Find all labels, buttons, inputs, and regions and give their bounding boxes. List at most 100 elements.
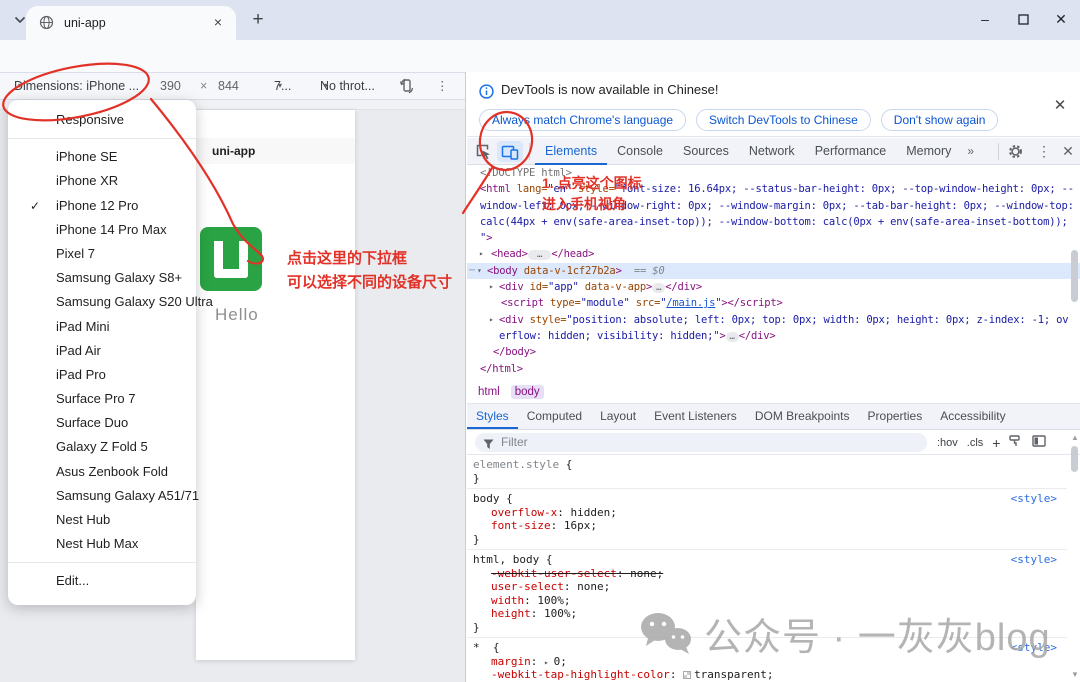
computed-panel-toggle-icon[interactable] — [1032, 435, 1046, 450]
devtools-menu-icon[interactable]: ⋮ — [1035, 143, 1053, 161]
expand-arrow-icon[interactable]: ▾ — [477, 263, 482, 279]
device-menu-item[interactable]: Galaxy Z Fold 5 — [8, 435, 196, 459]
devtools-tab-sources[interactable]: Sources — [673, 138, 739, 165]
style-property[interactable]: margin: ▸ 0; — [473, 655, 1067, 669]
device-menu-item[interactable]: Samsung Galaxy A51/71 — [8, 484, 196, 508]
style-source-link[interactable]: <style> — [1011, 641, 1057, 654]
dom-node[interactable]: ▸<div id="app" data-v-app>…</div> — [467, 279, 1080, 295]
device-menu-item[interactable]: Surface Pro 7 — [8, 387, 196, 411]
device-menu-item[interactable]: iPad Mini — [8, 315, 196, 339]
node-menu-dots-icon[interactable]: ⋯ — [469, 263, 475, 279]
dom-node[interactable]: <!DOCTYPE html> — [467, 165, 1080, 181]
styles-tab-properties[interactable]: Properties — [859, 404, 932, 429]
style-property[interactable]: width: 100%; — [473, 594, 1067, 608]
styles-tab-dom-breakpoints[interactable]: DOM Breakpoints — [746, 404, 859, 429]
dom-node[interactable]: <html lang="en" style="font-size: 16.64p… — [467, 181, 1080, 197]
toggle-element-state-button[interactable]: :hov — [937, 437, 958, 449]
device-menu-item[interactable]: Nest Hub Max — [8, 532, 196, 556]
device-menu-item[interactable]: Asus Zenbook Fold — [8, 460, 196, 484]
devtools-tab-elements[interactable]: Elements — [535, 138, 607, 165]
rendering-emulations-icon[interactable] — [1009, 435, 1023, 451]
devtools-close-icon[interactable]: ✕ — [1059, 143, 1077, 161]
dom-node[interactable]: <script type="module" src="/main.js"></s… — [467, 295, 1080, 311]
dom-node[interactable]: erflow: hidden; visibility: hidden;">…</… — [467, 328, 1080, 344]
width-field[interactable]: 390 — [160, 73, 181, 99]
device-toolbar-menu-icon[interactable]: ⋮ — [436, 73, 449, 99]
emulated-phone-viewport[interactable]: uni-app Hello — [196, 110, 355, 660]
device-menu-item[interactable]: Pixel 7 — [8, 242, 196, 266]
device-menu-item[interactable]: Samsung Galaxy S8+ — [8, 266, 196, 290]
styles-pane[interactable]: element.style {}body {<style>overflow-x:… — [467, 455, 1067, 682]
devtools-tab-memory[interactable]: Memory — [896, 138, 961, 165]
scroll-up-icon[interactable]: ▲ — [1071, 433, 1079, 442]
window-close-button[interactable]: ✕ — [1042, 0, 1080, 40]
device-menu-item[interactable]: iPhone XR — [8, 169, 196, 193]
expand-arrow-icon[interactable]: ▸ — [479, 246, 484, 262]
style-property[interactable]: height: 100%; — [473, 607, 1067, 621]
dom-node[interactable]: ▸<head> … </head> — [467, 246, 1080, 262]
color-swatch[interactable] — [683, 671, 691, 679]
style-property[interactable]: -webkit-tap-highlight-color: transparent… — [473, 668, 1067, 682]
browser-tab[interactable]: uni-app × — [26, 6, 236, 40]
device-menu-item[interactable]: Surface Duo — [8, 411, 196, 435]
height-field[interactable]: 844 — [218, 73, 239, 99]
breadcrumb-item-body[interactable]: body — [511, 385, 544, 399]
device-menu-item[interactable]: iPhone 14 Pro Max — [8, 218, 196, 242]
banner-close-icon[interactable]: ✕ — [1051, 97, 1069, 115]
device-menu-item[interactable]: ✓iPhone 12 Pro — [8, 194, 196, 218]
window-minimize-button[interactable]: – — [966, 0, 1004, 40]
style-property[interactable]: user-select: none; — [473, 580, 1067, 594]
device-menu-item-edit[interactable]: Edit... — [8, 569, 196, 593]
inspect-element-icon[interactable] — [475, 143, 493, 161]
style-rule[interactable]: html, body {<style>-webkit-user-select: … — [467, 550, 1067, 638]
expand-arrow-icon[interactable]: ▸ — [544, 658, 554, 667]
elements-scrollbar-thumb[interactable] — [1071, 250, 1078, 302]
styles-tab-event-listeners[interactable]: Event Listeners — [645, 404, 746, 429]
banner-button[interactable]: Always match Chrome's language — [479, 109, 686, 131]
dom-node[interactable]: </html> — [467, 361, 1080, 377]
style-property[interactable]: overflow-x: hidden; — [473, 506, 1067, 520]
device-menu-item[interactable]: Samsung Galaxy S20 Ultra — [8, 290, 196, 314]
device-menu-item[interactable]: Nest Hub — [8, 508, 196, 532]
style-rule[interactable]: body {<style>overflow-x: hidden;font-siz… — [467, 489, 1067, 550]
device-menu-item-responsive[interactable]: Responsive — [8, 108, 196, 132]
style-rule[interactable]: element.style {} — [467, 455, 1067, 489]
expand-arrow-icon[interactable]: ▸ — [489, 279, 494, 295]
style-property[interactable]: -webkit-user-select: none; — [473, 567, 1067, 581]
styles-filter-input[interactable]: Filter — [475, 433, 927, 452]
styles-tab-computed[interactable]: Computed — [518, 404, 591, 429]
device-menu-item[interactable]: iPad Air — [8, 339, 196, 363]
banner-button[interactable]: Switch DevTools to Chinese — [696, 109, 871, 131]
devtools-tab-performance[interactable]: Performance — [805, 138, 897, 165]
breadcrumb-item-html[interactable]: html — [474, 385, 504, 399]
tab-close-icon[interactable]: × — [208, 13, 228, 33]
device-menu-item[interactable]: iPhone SE — [8, 145, 196, 169]
dom-node[interactable]: calc(44px + env(safe-area-inset-top)); -… — [467, 214, 1080, 230]
device-menu-item[interactable]: iPad Pro — [8, 363, 196, 387]
banner-button[interactable]: Don't show again — [881, 109, 999, 131]
resource-link[interactable]: /main.js — [666, 297, 715, 309]
element-classes-button[interactable]: .cls — [967, 437, 984, 449]
style-rule[interactable]: * {<style>margin: ▸ 0;-webkit-tap-highli… — [467, 638, 1067, 682]
dom-node[interactable]: </body> — [467, 344, 1080, 360]
style-property[interactable]: font-size: 16px; — [473, 519, 1067, 533]
new-tab-button[interactable]: + — [246, 8, 270, 32]
dom-node[interactable]: window-left: 0px; --window-right: 0px; -… — [467, 198, 1080, 214]
dom-node[interactable]: "> — [467, 230, 1080, 246]
new-style-rule-button[interactable]: + — [992, 435, 1000, 451]
devtools-tab-console[interactable]: Console — [607, 138, 673, 165]
styles-tab-styles[interactable]: Styles — [467, 404, 518, 429]
style-source-link[interactable]: <style> — [1011, 492, 1057, 505]
styles-scrollbar-thumb[interactable] — [1071, 446, 1078, 472]
dom-node[interactable]: ▸<div style="position: absolute; left: 0… — [467, 312, 1080, 328]
styles-tab-layout[interactable]: Layout — [591, 404, 645, 429]
devtools-tab-network[interactable]: Network — [739, 138, 805, 165]
device-toolbar-toggle-icon[interactable] — [501, 143, 519, 161]
styles-tab-accessibility[interactable]: Accessibility — [931, 404, 1014, 429]
window-maximize-button[interactable] — [1004, 0, 1042, 40]
scroll-down-icon[interactable]: ▼ — [1071, 670, 1079, 679]
devtools-settings-gear-icon[interactable] — [1007, 143, 1025, 161]
dom-node-selected[interactable]: ⋯▾<body data-v-1cf27b2a> == $0 — [467, 263, 1080, 279]
more-tabs-icon[interactable]: » — [961, 138, 980, 165]
elements-tree[interactable]: <!DOCTYPE html><html lang="en" style="fo… — [467, 165, 1080, 383]
